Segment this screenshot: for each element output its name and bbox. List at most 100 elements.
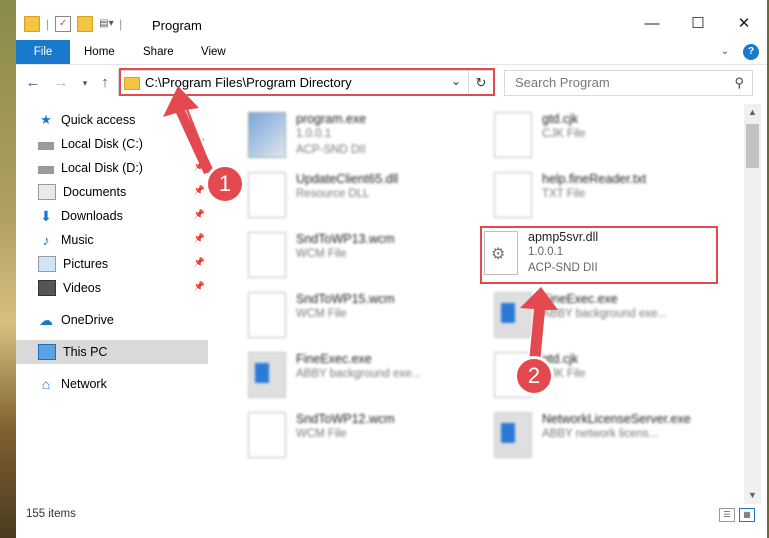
file-type: ABBY network licens...: [542, 428, 659, 440]
nav-item[interactable]: Documents 📌: [16, 180, 208, 204]
pin-icon: 📌: [193, 281, 205, 291]
document-icon: [248, 232, 286, 278]
view-buttons: ☰ ▦: [719, 508, 755, 522]
scroll-down-icon[interactable]: ▼: [744, 487, 761, 504]
forward-arrow-icon[interactable]: →: [52, 74, 70, 92]
pin-icon: 📌: [193, 137, 205, 147]
document-icon: [494, 172, 532, 218]
file-item[interactable]: NetworkLicenseServer.exe ABBY network lic…: [494, 408, 734, 466]
file-type: 1.0.0.1: [296, 128, 332, 140]
file-item[interactable]: SndToWP12.wcm WCM File: [248, 408, 488, 466]
tab-file[interactable]: File: [16, 40, 70, 64]
file-list: program.exe 1.0.0.1 ACP-SND DII gtd.cjk CJK …: [208, 104, 751, 502]
nav-item[interactable]: Local Disk (D:) 📌: [16, 156, 208, 180]
file-name: NetworkLicenseServer.exe: [542, 412, 691, 426]
file-item[interactable]: help.fineReader.txt TXT File: [494, 168, 734, 226]
expand-ribbon-icon[interactable]: ⌄: [717, 44, 733, 60]
explorer-window: | ✓ ▤▾ | Program — ☐ ✕ File Home Share V…: [16, 0, 767, 538]
app-icon: [494, 412, 532, 458]
large-icons-view-icon[interactable]: ▦: [739, 508, 755, 522]
nav-item[interactable]: ⌂ Network: [16, 372, 208, 396]
nav-item[interactable]: ♪ Music 📌: [16, 228, 208, 252]
nav-item[interactable]: This PC: [16, 340, 208, 364]
pin-icon: 📌: [193, 185, 205, 195]
callout-2: 2: [514, 356, 554, 396]
file-name: gtd.cjk: [542, 112, 579, 126]
nav-item[interactable]: Local Disk (C:) 📌: [16, 132, 208, 156]
file-name: SndToWP12.wcm: [296, 412, 395, 426]
nav-item-label: Documents: [63, 185, 127, 199]
details-view-icon[interactable]: ☰: [719, 508, 735, 522]
document-icon: [248, 412, 286, 458]
nav-item[interactable]: ⬇ Downloads 📌: [16, 204, 208, 228]
file-item[interactable]: program.exe 1.0.0.1 ACP-SND DII: [248, 108, 488, 166]
ribbon-right-controls: ⌄ ?: [717, 44, 759, 60]
pin-icon: 📌: [193, 233, 205, 243]
file-type: ABBY background exe...: [296, 368, 422, 380]
file-item[interactable]: FineExec.exe ABBY background exe...: [248, 348, 488, 406]
recent-locations-icon[interactable]: ▾: [76, 74, 94, 92]
close-button[interactable]: ✕: [721, 10, 767, 38]
file-item[interactable]: FineExec.exe ABBY background exe...: [494, 288, 734, 346]
up-arrow-icon[interactable]: ↑: [96, 74, 114, 92]
nav-item[interactable]: ☁ OneDrive: [16, 308, 208, 332]
pin-icon: 📌: [193, 257, 205, 267]
customize-toolbar-icon[interactable]: ▤▾: [99, 17, 113, 31]
scroll-up-icon[interactable]: ▲: [744, 104, 761, 121]
minimize-button[interactable]: —: [629, 10, 675, 38]
maximize-button[interactable]: ☐: [675, 10, 721, 38]
document-icon: [494, 112, 532, 158]
nav-item[interactable]: ★ Quick access: [16, 108, 208, 132]
pictures-icon: [38, 256, 56, 272]
nav-item-label: Downloads: [61, 209, 123, 223]
nav-item[interactable]: Videos 📌: [16, 276, 208, 300]
ribbon-tabs: File Home Share View ⌄ ?: [16, 40, 767, 65]
file-item[interactable]: UpdateClient65.dll Resource DLL: [248, 168, 488, 226]
file-name: FineExec.exe: [542, 292, 618, 306]
file-highlight-box: [480, 226, 718, 284]
tab-share[interactable]: Share: [131, 40, 186, 64]
nav-item[interactable]: Pictures 📌: [16, 252, 208, 276]
search-icon[interactable]: ⚲: [734, 75, 744, 91]
vertical-scrollbar[interactable]: ▲ ▼: [744, 104, 761, 504]
network-icon: ⌂: [41, 376, 51, 392]
drive-icon: [38, 165, 54, 174]
file-name: program.exe: [296, 112, 367, 126]
window-title: Program: [152, 18, 202, 33]
documents-icon: [38, 184, 56, 200]
file-item[interactable]: gtd.cjk CJK File: [494, 108, 734, 166]
item-count: 155 items: [26, 508, 76, 520]
file-item[interactable]: SndToWP15.wcm WCM File: [248, 288, 488, 346]
file-name: help.fineReader.txt: [542, 172, 647, 186]
help-icon[interactable]: ?: [743, 44, 759, 60]
star-icon: ★: [40, 112, 52, 127]
separator: |: [46, 17, 50, 31]
app-icon: [248, 352, 286, 398]
download-icon: ⬇: [40, 208, 52, 224]
folder-icon: [24, 16, 40, 32]
nav-item-label: This PC: [63, 345, 108, 359]
separator: |: [119, 17, 123, 31]
file-type: WCM File: [296, 428, 347, 440]
properties-icon[interactable]: ✓: [55, 16, 72, 32]
nav-item-label: Pictures: [63, 257, 109, 271]
quick-access-toolbar: | ✓ ▤▾ |: [24, 14, 122, 34]
tab-view[interactable]: View: [189, 40, 238, 64]
file-item[interactable]: SndToWP13.wcm WCM File: [248, 228, 488, 286]
nav-item-label: Music: [61, 233, 94, 247]
tab-home[interactable]: Home: [72, 40, 127, 64]
file-description: ACP-SND DII: [296, 144, 366, 156]
videos-icon: [38, 280, 56, 296]
back-arrow-icon[interactable]: ←: [24, 74, 42, 92]
file-name: UpdateClient65.dll: [296, 172, 399, 186]
file-type: CJK File: [542, 128, 586, 140]
search-input[interactable]: Search Program ⚲: [504, 70, 753, 96]
new-folder-icon[interactable]: [77, 16, 94, 32]
file-type: Resource DLL: [296, 188, 370, 200]
nav-item-label: OneDrive: [61, 313, 114, 327]
file-type: WCM File: [296, 308, 347, 320]
nav-item-label: Quick access: [61, 113, 136, 127]
exe-icon: [248, 112, 286, 158]
navigation-pane: ★ Quick access Local Disk (C:) 📌 Local Disk …: [16, 104, 208, 504]
scroll-thumb[interactable]: [746, 124, 759, 168]
